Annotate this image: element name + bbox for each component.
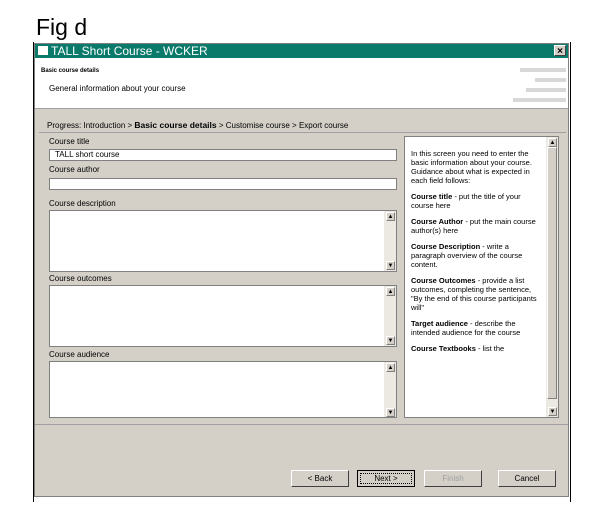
- scrollbar[interactable]: ▲ ▼: [384, 286, 396, 346]
- help-term: Target audience: [411, 319, 468, 328]
- help-term: Course Description: [411, 242, 481, 251]
- divider: [35, 424, 568, 425]
- help-description: - list the: [475, 344, 505, 353]
- scroll-up-icon[interactable]: ▲: [548, 138, 557, 147]
- scroll-down-icon[interactable]: ▼: [548, 407, 557, 416]
- page-title: Basic course details: [41, 68, 100, 74]
- progress-separator: >: [292, 121, 297, 130]
- course-outcomes-label: Course outcomes: [49, 274, 112, 283]
- scrollbar[interactable]: ▲ ▼: [384, 211, 396, 271]
- app-icon: [38, 46, 48, 55]
- help-item: Course Author - put the main course auth…: [411, 217, 539, 235]
- help-term: Course Outcomes: [411, 276, 476, 285]
- course-author-input[interactable]: [49, 178, 397, 190]
- scroll-up-icon[interactable]: ▲: [386, 287, 395, 296]
- help-scrollbar[interactable]: ▲ ▼: [546, 137, 558, 417]
- scroll-up-icon[interactable]: ▲: [386, 212, 395, 221]
- close-button[interactable]: ×: [554, 45, 566, 57]
- help-item: Course Description - write a paragraph o…: [411, 242, 539, 269]
- figure-label: Fig d: [36, 14, 88, 40]
- course-form: Course title TALL short course Course au…: [47, 136, 399, 418]
- progress-prefix: Progress:: [47, 121, 82, 130]
- scroll-down-icon[interactable]: ▼: [386, 261, 395, 270]
- page-subtitle: General information about your course: [49, 84, 186, 93]
- header-decoration: [513, 98, 566, 102]
- progress-step: Export course: [298, 121, 349, 130]
- scroll-thumb[interactable]: [547, 147, 557, 399]
- course-title-label: Course title: [49, 137, 90, 146]
- course-outcomes-textarea[interactable]: ▲ ▼: [49, 285, 397, 347]
- scroll-down-icon[interactable]: ▼: [386, 336, 395, 345]
- scroll-up-icon[interactable]: ▲: [386, 363, 395, 372]
- wizard-window: TALL Short Course - WCKER × Basic course…: [34, 43, 569, 497]
- progress-step: Introduction: [83, 121, 126, 130]
- finish-button[interactable]: Finish: [424, 470, 482, 487]
- progress-breadcrumb: Progress: Introduction > Basic course de…: [47, 120, 348, 130]
- help-item: Course title - put the title of your cou…: [411, 192, 539, 210]
- course-title-input[interactable]: TALL short course: [49, 149, 397, 161]
- help-term: Course title: [411, 192, 453, 201]
- header-decoration: [520, 68, 566, 72]
- progress-step: Customise course: [225, 121, 290, 130]
- scrollbar[interactable]: ▲ ▼: [384, 362, 396, 417]
- divider: [39, 132, 566, 133]
- course-description-label: Course description: [49, 199, 116, 208]
- progress-step-current: Basic course details: [134, 120, 217, 130]
- help-term: Course Author: [411, 217, 464, 226]
- help-item: Course Outcomes - provide a list outcome…: [411, 276, 539, 312]
- title-bar: TALL Short Course - WCKER ×: [35, 44, 568, 58]
- help-text: In this screen you need to enter the bas…: [411, 149, 539, 360]
- help-intro: In this screen you need to enter the bas…: [411, 149, 532, 185]
- wizard-header: Basic course details General information…: [35, 58, 568, 109]
- scroll-down-icon[interactable]: ▼: [386, 408, 395, 417]
- help-item: Course Textbooks - list the: [411, 344, 539, 353]
- next-button[interactable]: Next >: [357, 470, 415, 487]
- progress-separator: >: [218, 121, 224, 130]
- help-item: Target audience - describe the intended …: [411, 319, 539, 337]
- cancel-button[interactable]: Cancel: [498, 470, 556, 487]
- course-description-textarea[interactable]: ▲ ▼: [49, 210, 397, 272]
- header-decoration: [535, 78, 566, 82]
- back-button[interactable]: < Back: [291, 470, 349, 487]
- course-author-label: Course author: [49, 165, 100, 174]
- course-audience-textarea[interactable]: ▲ ▼: [49, 361, 397, 418]
- progress-separator: >: [127, 121, 133, 130]
- help-term: Course Textbooks: [411, 344, 476, 353]
- header-decoration: [526, 88, 566, 92]
- window-title: TALL Short Course - WCKER: [51, 44, 208, 58]
- help-panel: In this screen you need to enter the bas…: [404, 136, 559, 418]
- frame-border-right: [570, 42, 571, 502]
- course-audience-label: Course audience: [49, 350, 110, 359]
